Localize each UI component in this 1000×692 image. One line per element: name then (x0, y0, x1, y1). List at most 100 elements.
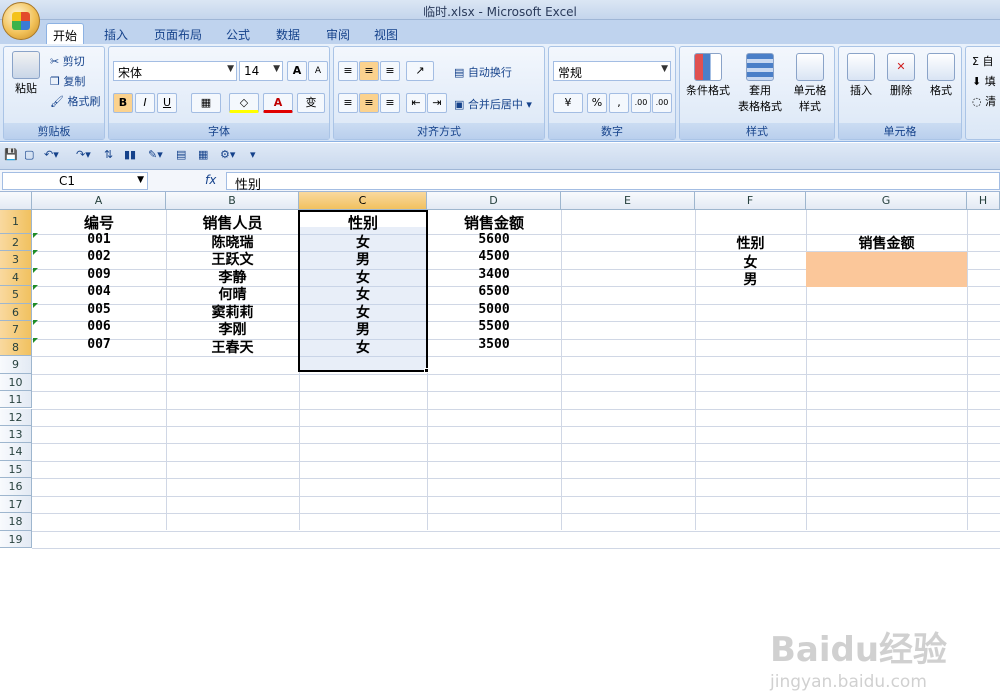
align-left-icon[interactable]: ≡ (338, 93, 358, 113)
decrease-indent-icon[interactable]: ⇤ (406, 93, 426, 113)
cell-salesperson[interactable]: 王春天 (166, 337, 299, 357)
cell-id[interactable]: 009 (32, 267, 166, 282)
customize-qat-icon[interactable]: ▾ (250, 148, 256, 161)
cell-id[interactable]: 006 (32, 319, 166, 334)
align-right-icon[interactable]: ≡ (380, 93, 400, 113)
row-header[interactable]: 18 (0, 513, 32, 531)
col-header-f[interactable]: F (695, 192, 806, 210)
cell-styles-button[interactable]: 单元格 样式 (786, 53, 834, 115)
merge-center-button[interactable]: ▣ 合并后居中 ▾ (454, 96, 532, 112)
form-icon[interactable]: ▤ (176, 148, 186, 161)
row-header[interactable]: 1 (0, 210, 32, 234)
currency-icon[interactable]: ¥ (553, 93, 583, 113)
bold-button[interactable]: B (113, 93, 133, 113)
paste-button[interactable]: 粘贴 (8, 51, 44, 97)
delete-cells-button[interactable]: ✕ 删除 (883, 53, 919, 99)
format-cells-button[interactable]: 格式 (923, 53, 959, 99)
underline-button[interactable]: U (157, 93, 177, 113)
chart-icon[interactable]: ▮▮ (124, 148, 136, 161)
align-top-icon[interactable]: ≡ (338, 61, 358, 81)
highlighted-cells-g3-g4[interactable] (806, 252, 967, 287)
col-header-h[interactable]: H (967, 192, 1000, 210)
cell-f2[interactable]: 性别 (695, 233, 806, 253)
clear-button[interactable]: ◌ 清 (972, 93, 996, 109)
borders-button[interactable]: ▦ (191, 93, 221, 113)
cell-a1[interactable]: 编号 (32, 212, 166, 233)
draw-icon[interactable]: ✎▾ (148, 148, 163, 161)
cell-amount[interactable]: 5600 (427, 232, 561, 247)
conditional-format-button[interactable]: 条件格式 (684, 53, 732, 99)
cell-c1[interactable]: 性别 (299, 212, 427, 233)
row-header[interactable]: 11 (0, 391, 32, 409)
format-as-table-button[interactable]: 套用 表格格式 (734, 53, 786, 115)
tab-review[interactable]: 审阅 (320, 23, 356, 44)
orientation-icon[interactable]: ↗ (406, 61, 434, 81)
row-header[interactable]: 16 (0, 478, 32, 496)
autosum-button[interactable]: Σ 自 (972, 53, 993, 69)
cell-gender[interactable]: 女 (299, 337, 427, 357)
insert-cells-button[interactable]: 插入 (843, 53, 879, 99)
col-header-g[interactable]: G (806, 192, 967, 210)
align-center-icon[interactable]: ≡ (359, 93, 379, 113)
shrink-font-button[interactable]: A (308, 61, 328, 81)
cell-id[interactable]: 001 (32, 232, 166, 247)
cell-g2[interactable]: 销售金额 (806, 233, 967, 253)
percent-button[interactable]: % (587, 93, 607, 113)
comma-button[interactable]: , (609, 93, 629, 113)
cell-id[interactable]: 002 (32, 249, 166, 264)
row-header[interactable]: 7 (0, 321, 32, 339)
copy-button[interactable]: ❐ 复制 (50, 73, 85, 89)
row-header[interactable]: 15 (0, 460, 32, 479)
tab-page-layout[interactable]: 页面布局 (148, 23, 208, 44)
align-middle-icon[interactable]: ≡ (359, 61, 379, 81)
italic-button[interactable]: I (135, 93, 155, 113)
font-name-combo[interactable]: 宋体 ▼ (113, 61, 237, 81)
cut-button[interactable]: ✂ 剪切 (50, 53, 85, 69)
grow-font-button[interactable]: A (287, 61, 307, 81)
fill-handle[interactable] (424, 368, 429, 373)
row-header[interactable]: 5 (0, 286, 32, 304)
increase-indent-icon[interactable]: ⇥ (427, 93, 447, 113)
number-format-combo[interactable]: 常规 ▼ (553, 61, 671, 81)
font-size-combo[interactable]: 14 ▼ (239, 61, 283, 81)
row-header[interactable]: 2 (0, 234, 32, 252)
col-header-d[interactable]: D (427, 192, 561, 210)
cell-id[interactable]: 005 (32, 302, 166, 317)
row-header[interactable]: 4 (0, 268, 32, 287)
row-header[interactable]: 8 (0, 338, 32, 357)
col-header-e[interactable]: E (561, 192, 695, 210)
row-header[interactable]: 9 (0, 356, 32, 374)
table-icon[interactable]: ▦ (198, 148, 208, 161)
tab-formulas[interactable]: 公式 (220, 23, 256, 44)
row-header[interactable]: 12 (0, 408, 32, 426)
cell-id[interactable]: 007 (32, 337, 166, 352)
worksheet-grid[interactable]: A B C D E F G H 1 2 3 4 5 6 7 8 9 10 11 12 13 14 15 16 1… (0, 192, 1000, 692)
phonetic-button[interactable]: 变 (297, 93, 325, 113)
formula-input[interactable]: 性别 (226, 172, 1000, 193)
name-box[interactable]: C1 ▼ (2, 172, 148, 190)
decrease-decimal-button[interactable]: .00 (652, 93, 672, 113)
tab-home[interactable]: 开始 (46, 23, 85, 44)
fill-color-button[interactable]: ◇ (229, 93, 259, 113)
row-header[interactable]: 14 (0, 443, 32, 461)
tab-view[interactable]: 视图 (368, 23, 404, 44)
tab-insert[interactable]: 插入 (98, 23, 134, 44)
cell-amount[interactable]: 5000 (427, 302, 561, 317)
col-header-a[interactable]: A (32, 192, 166, 210)
row-header[interactable]: 6 (0, 303, 32, 322)
col-header-c[interactable]: C (299, 192, 427, 210)
save-icon[interactable]: 💾 (4, 148, 18, 161)
row-header[interactable]: 10 (0, 373, 32, 392)
new-icon[interactable]: ▢ (24, 148, 34, 161)
cell-amount[interactable]: 6500 (427, 284, 561, 299)
format-painter-button[interactable]: 🖌 格式刷 (50, 93, 100, 109)
cell-d1[interactable]: 销售金额 (427, 212, 561, 233)
font-color-button[interactable]: A (263, 93, 293, 113)
select-all-corner[interactable] (0, 192, 32, 210)
wrap-text-button[interactable]: ▤ 自动换行 (454, 64, 512, 80)
sort-icon[interactable]: ⇅ (104, 148, 113, 161)
fill-button[interactable]: ⬇ 填 (972, 73, 996, 89)
insert-function-icon[interactable]: fx (205, 173, 216, 187)
row-header[interactable]: 13 (0, 425, 32, 444)
cell-b1[interactable]: 销售人员 (166, 212, 299, 233)
